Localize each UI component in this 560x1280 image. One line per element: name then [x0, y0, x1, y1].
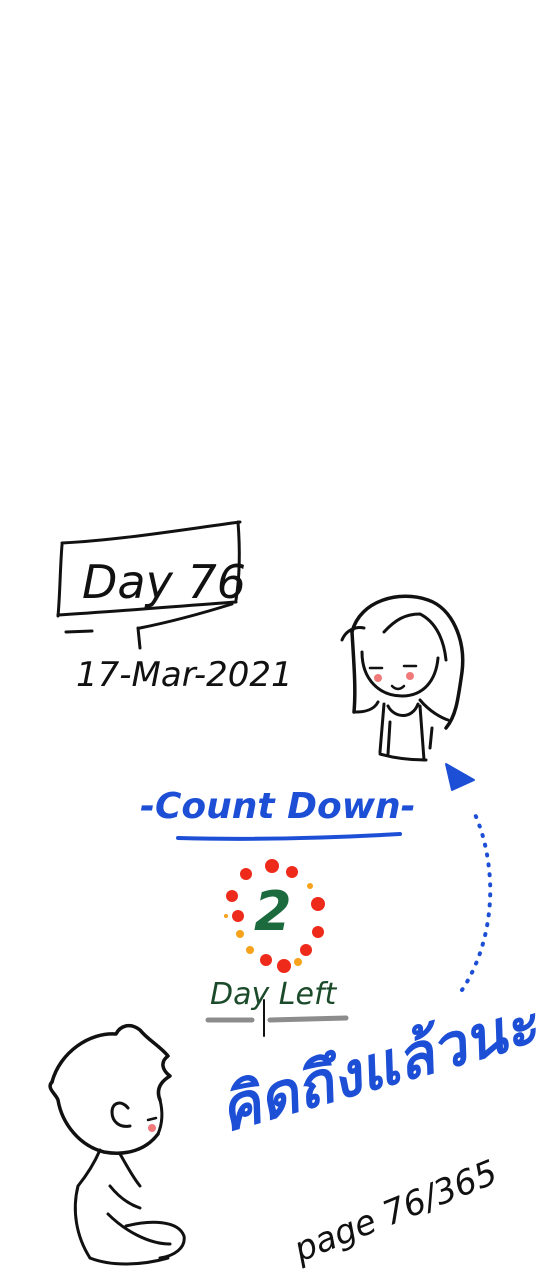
days-left-group: Day Left [205, 977, 349, 1037]
arrow-head-icon [445, 763, 475, 791]
date-label: 17-Mar-2021 [76, 655, 293, 695]
countdown-counter: 2 [224, 859, 325, 973]
boy-character-illustration [48, 1023, 186, 1266]
day-box: Day 76 [56, 520, 246, 650]
girl-character-illustration [340, 594, 465, 762]
countdown-title: -Count Down- [140, 786, 416, 827]
days-left-number: 2 [254, 880, 292, 943]
page-counter: page 76/365 [287, 1153, 503, 1271]
days-left-label: Day Left [210, 977, 338, 1012]
sketch-canvas: Day 76 17-Mar-2021 -Count Down- 2 Day Le… [48, 520, 548, 1271]
dotted-arrow [445, 763, 493, 992]
day-label: Day 76 [82, 555, 246, 609]
countdown-title-group: -Count Down- [140, 786, 416, 841]
